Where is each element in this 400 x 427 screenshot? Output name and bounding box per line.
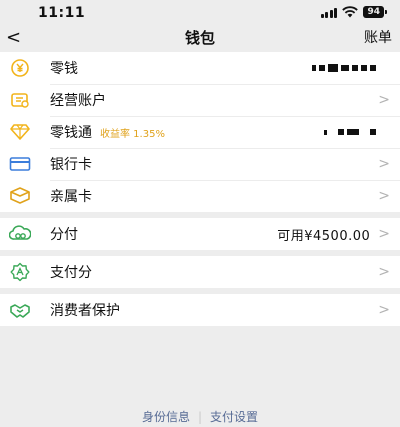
lingqiantong-label: 零钱通 xyxy=(50,125,92,141)
available-credit-value: 可用¥4500.00 xyxy=(277,228,371,244)
pay-score-icon xyxy=(8,262,32,282)
chevron-right-icon: > xyxy=(378,156,390,172)
pay-score-row[interactable]: 支付分 > xyxy=(0,256,400,288)
pay-score-group: 支付分 > xyxy=(0,256,400,288)
chevron-right-icon: > xyxy=(378,226,390,242)
consumer-protection-group: 消费者保护 > xyxy=(0,294,400,326)
family-card-row[interactable]: 亲属卡 > xyxy=(0,180,400,212)
coin-icon xyxy=(8,58,32,78)
footer-separator: | xyxy=(197,410,203,424)
payment-settings-link[interactable]: 支付设置 xyxy=(210,410,258,424)
yield-rate-badge: 收益率 1.35% xyxy=(100,128,165,140)
masked-balance xyxy=(324,126,376,138)
bill-button[interactable]: 账单 xyxy=(364,26,392,50)
wallet-group: 零钱 经营账户 > 零钱通 收益率 1.35% 银行卡 > 亲属卡 > xyxy=(0,52,400,212)
back-button[interactable]: < xyxy=(6,26,26,50)
fenfu-row[interactable]: 分付 可用¥4500.00 > xyxy=(0,218,400,250)
navigation-bar: < 钱包 账单 xyxy=(0,26,400,50)
chevron-right-icon: > xyxy=(378,188,390,204)
business-account-row[interactable]: 经营账户 > xyxy=(0,84,400,116)
bank-card-label: 银行卡 xyxy=(50,157,92,173)
bank-card-icon xyxy=(8,154,32,174)
status-time: 11:11 xyxy=(38,5,86,21)
battery-indicator: 94 xyxy=(363,6,387,18)
chevron-right-icon: > xyxy=(378,302,390,318)
change-row[interactable]: 零钱 xyxy=(0,52,400,84)
signal-icon xyxy=(320,7,338,18)
consumer-protection-row[interactable]: 消费者保护 > xyxy=(0,294,400,326)
wifi-icon xyxy=(342,6,359,18)
page-title: 钱包 xyxy=(184,29,215,47)
business-account-label: 经营账户 xyxy=(50,93,106,109)
family-card-icon xyxy=(8,186,32,206)
business-account-icon xyxy=(8,90,32,110)
fenfu-label: 分付 xyxy=(50,227,78,243)
pay-score-label: 支付分 xyxy=(50,265,92,281)
fenfu-group: 分付 可用¥4500.00 > xyxy=(0,218,400,250)
bank-card-row[interactable]: 银行卡 > xyxy=(0,148,400,180)
chevron-right-icon: > xyxy=(378,92,390,108)
lingqiantong-row[interactable]: 零钱通 收益率 1.35% xyxy=(0,116,400,148)
consumer-protection-label: 消费者保护 xyxy=(50,303,120,319)
status-bar: 11:11 94 xyxy=(0,0,400,26)
family-card-label: 亲属卡 xyxy=(50,189,92,205)
masked-balance xyxy=(312,62,376,74)
status-icons: 94 xyxy=(320,6,387,18)
consumer-protection-icon xyxy=(8,300,32,320)
chevron-right-icon: > xyxy=(378,264,390,280)
footer-links: 身份信息 | 支付设置 xyxy=(0,408,400,425)
identity-info-link[interactable]: 身份信息 xyxy=(142,410,190,424)
fenfu-icon xyxy=(8,224,32,244)
diamond-icon xyxy=(8,122,32,142)
change-label: 零钱 xyxy=(50,61,78,77)
